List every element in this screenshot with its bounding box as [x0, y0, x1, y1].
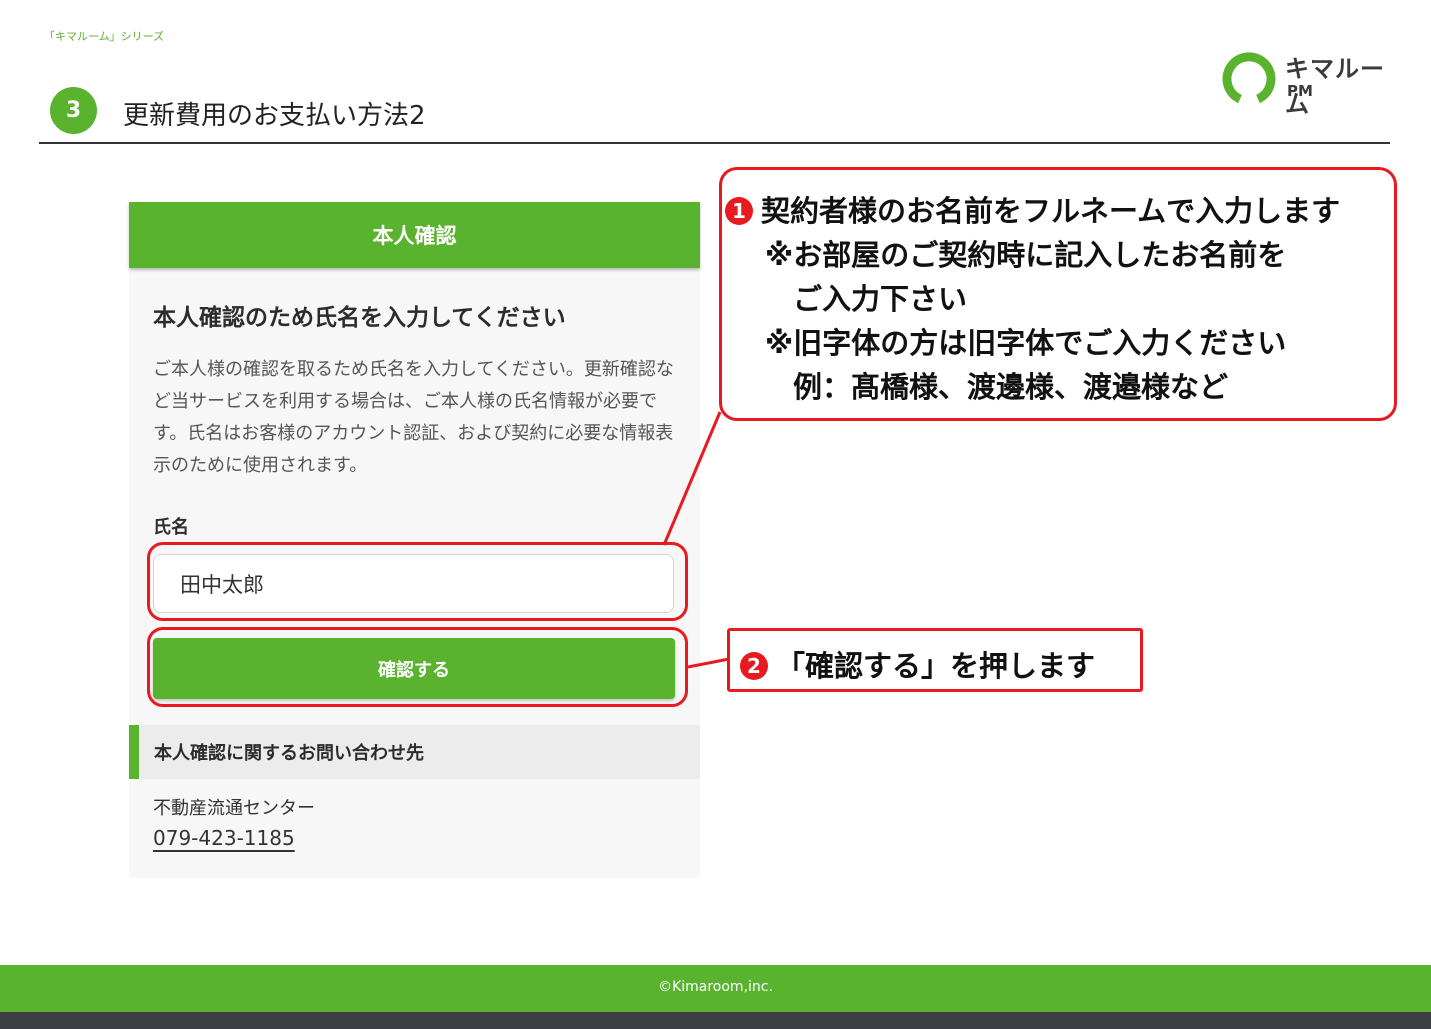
callout-2-connector: [687, 657, 730, 669]
callout-1-line-5: 例：髙橋様、渡邊様、渡邉様など: [793, 370, 1229, 404]
callout-1-connector: [662, 411, 722, 546]
callout-connectors: [662, 411, 730, 669]
callout-2-number-badge: 2: [740, 652, 768, 680]
confirm-button-highlight: [147, 627, 688, 707]
callout-1-line-3: ご入力下さい: [793, 282, 968, 316]
callout-2-line: 2 「確認する」を押します: [740, 643, 1095, 685]
callout-1-number-badge: 1: [725, 197, 753, 225]
callout-1-line-1-text: 契約者様のお名前をフルネームで入力します: [761, 194, 1341, 228]
callout-1-line-4: ※旧字体の方は旧字体でご入力ください: [765, 326, 1287, 360]
callout-1-line-2: ※お部屋のご契約時に記入したお名前を: [765, 238, 1287, 272]
name-input-highlight: [147, 542, 688, 621]
bottom-bar: [0, 1012, 1431, 1029]
callout-2: 2 「確認する」を押します: [727, 628, 1143, 692]
callout-2-text: 「確認する」を押します: [776, 649, 1096, 683]
footer: ©Kimaroom,inc.: [0, 965, 1431, 1012]
callout-1-line-1: 1 契約者様のお名前をフルネームで入力します: [725, 188, 1340, 230]
callout-1: 1 契約者様のお名前をフルネームで入力します ※お部屋のご契約時に記入したお名前を…: [719, 167, 1397, 421]
copyright-text: ©Kimaroom,inc.: [658, 979, 773, 995]
